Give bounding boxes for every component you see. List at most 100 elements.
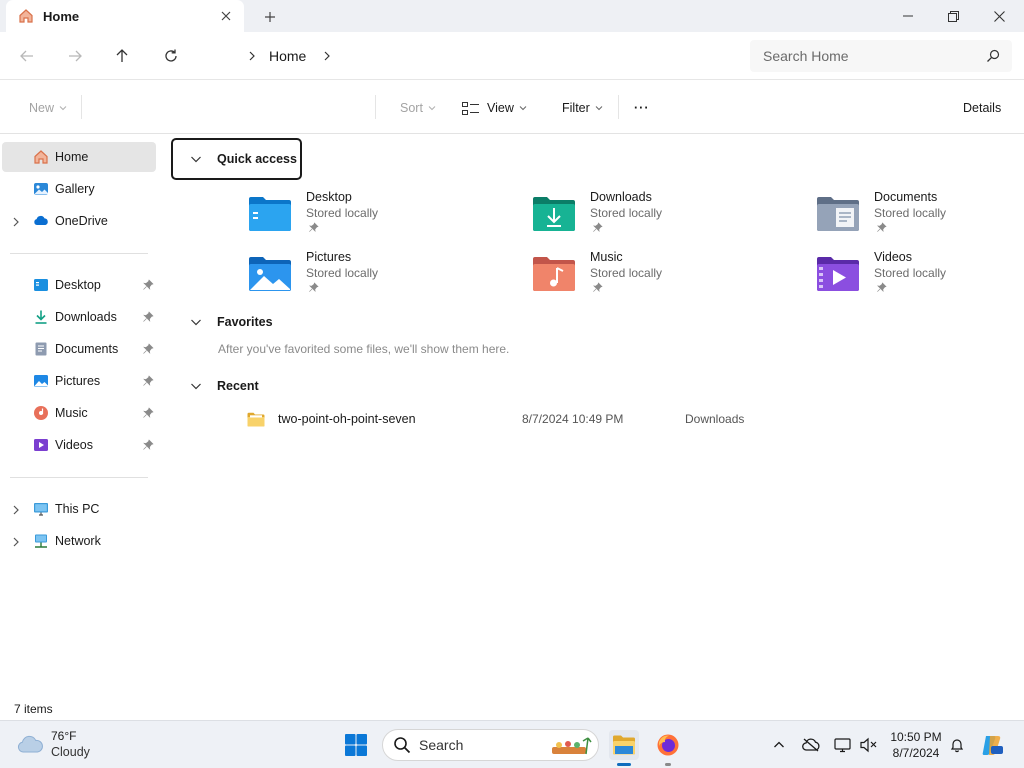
volume-muted-icon[interactable]	[859, 735, 879, 755]
content-pane: Quick access Desktop Stored locally Down…	[164, 135, 1024, 698]
sidebar-item-videos[interactable]: Videos	[2, 430, 156, 460]
quick-access-item-documents[interactable]: Documents Stored locally	[816, 189, 1024, 245]
sidebar-item-downloads[interactable]: Downloads	[2, 302, 156, 332]
file-explorer-taskbar-button[interactable]	[609, 730, 639, 760]
search-input[interactable]	[763, 48, 973, 64]
new-button[interactable]: New	[29, 98, 67, 118]
recent-item-name: two-point-oh-point-seven	[278, 412, 416, 426]
weather-temperature[interactable]: 76°F	[51, 729, 76, 743]
home-icon	[33, 149, 49, 165]
pin-icon[interactable]	[142, 375, 154, 387]
sidebar-item-music[interactable]: Music	[2, 398, 156, 428]
chevron-down-icon[interactable]	[189, 152, 203, 166]
search-box[interactable]	[750, 40, 1012, 72]
chevron-down-icon[interactable]	[189, 379, 203, 393]
search-icon[interactable]	[986, 49, 1000, 63]
sidebar-item-label: Music	[55, 406, 88, 420]
chevron-down-icon[interactable]	[189, 315, 203, 329]
start-button[interactable]	[341, 730, 371, 760]
sidebar-item-this-pc[interactable]: This PC	[2, 494, 156, 524]
sidebar-item-label: Pictures	[55, 374, 101, 388]
recent-item-location: Downloads	[685, 412, 745, 426]
network-icon[interactable]	[833, 735, 853, 755]
sidebar-item-onedrive[interactable]: OneDrive	[2, 206, 156, 236]
active-app-indicator	[617, 763, 631, 766]
search-highlight-icon	[550, 734, 592, 758]
new-tab-button[interactable]	[260, 7, 280, 27]
favorites-empty-message: After you've favorited some files, we'll…	[218, 342, 510, 356]
quick-access-item-downloads[interactable]: Downloads Stored locally	[532, 189, 792, 245]
onedrive-offline-icon[interactable]	[801, 735, 821, 755]
forward-button[interactable]	[63, 44, 87, 68]
folder-icon	[247, 412, 265, 427]
pin-icon[interactable]	[142, 439, 154, 451]
bell-icon[interactable]	[947, 735, 967, 755]
weather-condition[interactable]: Cloudy	[51, 745, 90, 759]
chevron-down-icon	[595, 104, 603, 112]
recent-item[interactable]: two-point-oh-point-seven 8/7/2024 10:49 …	[244, 407, 844, 431]
refresh-button[interactable]	[159, 44, 183, 68]
videos-folder-icon	[816, 253, 860, 293]
recent-item-date: 8/7/2024 10:49 PM	[522, 412, 624, 426]
pin-icon[interactable]	[142, 279, 154, 291]
address-bar[interactable]: Home	[205, 40, 740, 72]
item-status: Stored locally	[874, 206, 947, 220]
cloud-icon[interactable]	[16, 733, 44, 755]
quick-access-item-desktop[interactable]: Desktop Stored locally	[248, 189, 508, 245]
favorites-header[interactable]: Favorites	[189, 315, 273, 329]
item-name: Pictures	[306, 250, 352, 264]
sidebar-item-pictures[interactable]: Pictures	[2, 366, 156, 396]
details-button[interactable]: Details	[963, 98, 1001, 118]
more-options-button[interactable]: ···	[634, 98, 650, 118]
item-name: Desktop	[306, 190, 352, 204]
item-count: 7 items	[14, 702, 53, 716]
music-folder-icon	[532, 253, 576, 293]
chevron-down-icon	[59, 104, 67, 112]
sort-button[interactable]: Sort	[400, 98, 436, 118]
back-button[interactable]	[15, 44, 39, 68]
sidebar-item-desktop[interactable]: Desktop	[2, 270, 156, 300]
gallery-icon	[33, 181, 49, 197]
sidebar-item-network[interactable]: Network	[2, 526, 156, 556]
clock-time[interactable]: 10:50 PM	[884, 730, 948, 744]
pin-icon[interactable]	[142, 311, 154, 323]
quick-access-item-music[interactable]: Music Stored locally	[532, 249, 792, 305]
chevron-up-icon[interactable]	[769, 735, 789, 755]
onedrive-icon	[33, 213, 49, 229]
quick-access-header[interactable]: Quick access	[189, 152, 297, 166]
minimize-button[interactable]	[885, 0, 931, 32]
filter-button[interactable]: Filter	[562, 98, 603, 118]
close-tab-icon[interactable]	[218, 8, 234, 24]
close-window-button[interactable]	[976, 0, 1022, 32]
item-name: Documents	[874, 190, 938, 204]
restore-button[interactable]	[930, 0, 976, 32]
pictures-icon	[33, 373, 49, 389]
view-button[interactable]: View	[462, 98, 527, 118]
quick-access-item-pictures[interactable]: Pictures Stored locally	[248, 249, 508, 305]
sidebar-item-home[interactable]: Home	[2, 142, 156, 172]
pin-icon[interactable]	[142, 407, 154, 419]
chevron-right-icon[interactable]	[245, 49, 259, 63]
pin-icon	[592, 282, 603, 293]
tab-home[interactable]: Home	[6, 0, 244, 32]
firefox-taskbar-button[interactable]	[653, 730, 683, 760]
pin-icon	[876, 282, 887, 293]
chevron-right-icon[interactable]	[11, 536, 21, 547]
up-button[interactable]	[110, 44, 134, 68]
clock-date[interactable]: 8/7/2024	[884, 746, 948, 760]
sidebar-item-documents[interactable]: Documents	[2, 334, 156, 364]
quick-access-item-videos[interactable]: Videos Stored locally	[816, 249, 1024, 305]
recent-header[interactable]: Recent	[189, 379, 259, 393]
pin-icon	[308, 222, 319, 233]
chevron-right-icon[interactable]	[11, 216, 21, 227]
taskbar-search[interactable]: Search	[382, 729, 599, 761]
sidebar-item-label: Documents	[55, 342, 119, 356]
item-name: Videos	[874, 250, 912, 264]
chevron-right-icon[interactable]	[320, 49, 334, 63]
sidebar-item-label: This PC	[55, 502, 100, 516]
breadcrumb-home[interactable]: Home	[269, 48, 306, 64]
sidebar-item-gallery[interactable]: Gallery	[2, 174, 156, 204]
pin-icon[interactable]	[142, 343, 154, 355]
copilot-icon[interactable]	[977, 730, 1007, 760]
chevron-right-icon[interactable]	[11, 504, 21, 515]
